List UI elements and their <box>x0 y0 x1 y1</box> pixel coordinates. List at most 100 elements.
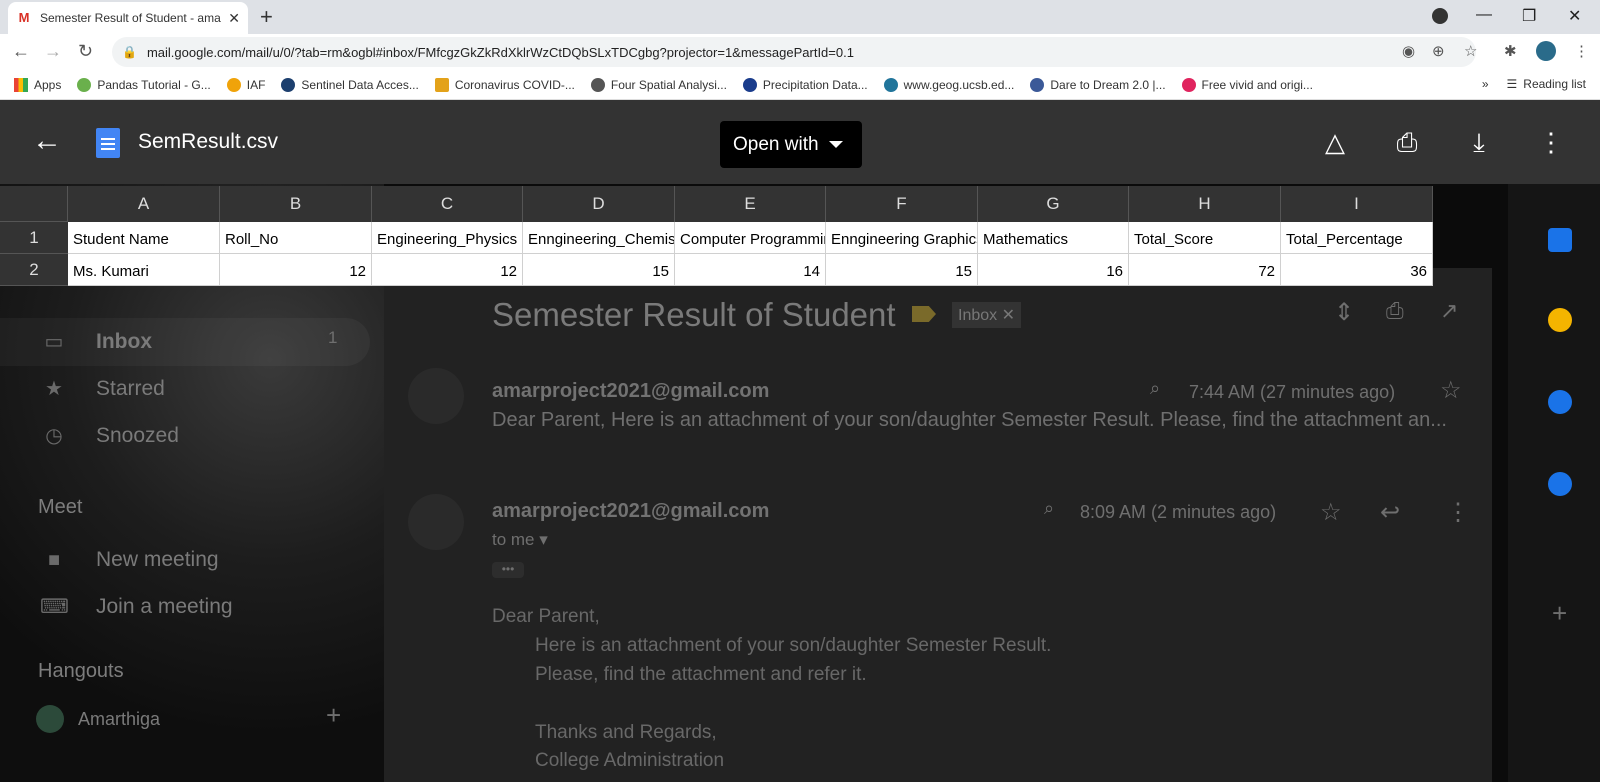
lock-icon: 🔒 <box>122 45 137 59</box>
browser-tab[interactable]: M Semester Result of Student - ama ✕ <box>8 2 248 34</box>
table-cell: 72 <box>1129 254 1281 286</box>
sidebar-item-starred[interactable]: ★ Starred <box>40 375 165 403</box>
address-bar[interactable]: 🔒 mail.google.com/mail/u/0/?tab=rm&ogbl#… <box>112 37 1476 67</box>
bookmark-icon <box>590 77 605 92</box>
table-cell: Engineering_Physics <box>372 222 523 254</box>
apps-icon <box>14 77 28 92</box>
row-header: 2 <box>0 254 68 286</box>
eye-icon[interactable]: ◉ <box>1402 42 1415 60</box>
bookmark-icon <box>77 77 92 92</box>
message-sender: amarproject2021@gmail.com <box>492 380 770 402</box>
inbox-icon: ▭ <box>44 331 64 353</box>
inbox-label-chip[interactable]: Inbox ✕ <box>952 302 1021 328</box>
bookmark-item[interactable]: IAF <box>226 77 265 92</box>
bookmark-icon <box>883 77 898 92</box>
star-icon[interactable]: ☆ <box>1320 498 1342 527</box>
maximize-button[interactable]: ❐ <box>1522 6 1536 26</box>
star-icon[interactable]: ☆ <box>1440 376 1462 405</box>
bookmark-item[interactable]: Sentinel Data Acces... <box>281 77 419 92</box>
bookmark-icon <box>1030 77 1045 92</box>
expand-all-icon[interactable]: ⇕ <box>1334 298 1354 327</box>
table-cell: 16 <box>978 254 1129 286</box>
reload-icon[interactable]: ↻ <box>78 41 93 62</box>
close-tab-icon[interactable]: ✕ <box>228 10 240 27</box>
show-trimmed-button[interactable]: ••• <box>492 562 524 578</box>
star-icon[interactable]: ☆ <box>1464 42 1477 60</box>
more-actions-icon[interactable]: ⋮ <box>1534 126 1568 158</box>
print-all-icon[interactable]: ⎙ <box>1386 298 1404 324</box>
extensions-icon[interactable]: ✱ <box>1504 42 1517 60</box>
bookmark-item[interactable]: www.geog.ucsb.ed... <box>883 77 1014 92</box>
contacts-icon[interactable] <box>1548 472 1572 496</box>
calendar-icon[interactable] <box>1548 228 1572 252</box>
minimize-button[interactable]: — <box>1476 6 1492 24</box>
zoom-icon[interactable]: ⊕ <box>1432 42 1445 60</box>
bookmark-item[interactable]: Pandas Tutorial - G... <box>77 77 211 92</box>
sidebar-item-inbox[interactable]: ▭ Inbox <box>40 328 152 356</box>
table-cell: 12 <box>220 254 372 286</box>
column-header: F <box>826 186 978 222</box>
body-line: Dear Parent, <box>492 606 600 627</box>
bookmarks-bar: Apps Pandas Tutorial - G... IAF Sentinel… <box>0 70 1600 100</box>
open-with-button[interactable]: Open with <box>720 121 862 168</box>
body-line: Thanks and Regards, <box>535 722 717 743</box>
open-new-window-icon[interactable]: ↗ <box>1440 298 1458 324</box>
body-line: College Administration <box>535 750 725 771</box>
email-subject: Semester Result of Student <box>492 296 896 333</box>
reading-list-icon: ☰ <box>1506 77 1518 91</box>
star-icon: ★ <box>45 378 63 400</box>
add-to-drive-icon[interactable]: △ <box>1318 126 1352 158</box>
new-tab-button[interactable]: + <box>260 5 273 29</box>
file-name: SemResult.csv <box>138 130 279 153</box>
hangouts-heading: Hangouts <box>38 660 124 682</box>
meet-heading: Meet <box>38 496 83 518</box>
bookmark-item[interactable]: Dare to Dream 2.0 |... <box>1030 77 1166 92</box>
row-header: 1 <box>0 222 68 254</box>
reply-icon[interactable]: ↩ <box>1380 498 1400 527</box>
clock-icon: ◷ <box>45 425 63 447</box>
table-cell: Roll_No <box>220 222 372 254</box>
print-icon[interactable]: ⎙ <box>1390 126 1424 158</box>
recipient-dropdown[interactable]: to me ▾ <box>492 530 548 550</box>
profile-dropdown-icon[interactable] <box>1432 8 1448 24</box>
add-addon-icon[interactable]: + <box>1552 598 1567 629</box>
sidebar-item-snoozed[interactable]: ◷ Snoozed <box>40 422 179 450</box>
table-cell: Total_Percentage <box>1281 222 1433 254</box>
avatar <box>408 494 464 550</box>
video-icon: ■ <box>47 549 61 571</box>
bookmark-item[interactable]: Four Spatial Analysi... <box>590 77 727 92</box>
tasks-icon[interactable] <box>1548 390 1572 414</box>
bookmark-icon <box>281 77 296 92</box>
forward-icon[interactable]: → <box>44 41 62 62</box>
preview-header: ← SemResult.csv Open with △ ⎙ ⤓ ⋮ <box>0 100 1600 184</box>
bookmarks-more-icon[interactable]: » <box>1482 77 1489 91</box>
more-options-icon[interactable]: ⋮ <box>1446 498 1470 527</box>
table-cell: Student Name <box>68 222 220 254</box>
avatar[interactable] <box>1536 41 1556 61</box>
message-time: 8:09 AM (2 minutes ago) <box>1080 502 1277 522</box>
bookmark-apps[interactable]: Apps <box>14 77 61 92</box>
bookmark-item[interactable]: Coronavirus COVID-... <box>434 77 575 92</box>
close-window-button[interactable]: ✕ <box>1568 6 1581 26</box>
browser-tab-strip: M Semester Result of Student - ama ✕ + —… <box>0 0 1600 34</box>
column-header: B <box>220 186 372 222</box>
browser-toolbar: ← → ↻ 🔒 mail.google.com/mail/u/0/?tab=rm… <box>0 34 1600 70</box>
add-contact-icon[interactable]: + <box>326 700 341 731</box>
bookmark-item[interactable]: Precipitation Data... <box>742 77 868 92</box>
back-icon[interactable]: ← <box>12 41 30 62</box>
attachment-icon: ⌕ <box>1150 378 1161 398</box>
back-arrow-icon[interactable]: ← <box>32 126 64 158</box>
reading-list-button[interactable]: Reading list <box>1523 77 1586 91</box>
sidebar-item-new-meeting[interactable]: ■ New meeting <box>40 546 219 574</box>
tab-title: Semester Result of Student - ama <box>40 11 221 25</box>
sidebar-item-join-meeting[interactable]: ⌨ Join a meeting <box>40 593 233 621</box>
document-icon <box>96 128 120 158</box>
download-icon[interactable]: ⤓ <box>1462 126 1496 158</box>
bookmark-item[interactable]: Free vivid and origi... <box>1181 77 1313 92</box>
column-header: G <box>978 186 1129 222</box>
bookmark-icon <box>434 77 449 92</box>
message-snippet[interactable]: Dear Parent, Here is an attachment of yo… <box>492 409 1458 432</box>
keep-icon[interactable] <box>1548 308 1572 332</box>
hangouts-user[interactable]: Amarthiga <box>36 705 160 733</box>
menu-icon[interactable]: ⋮ <box>1574 42 1589 60</box>
